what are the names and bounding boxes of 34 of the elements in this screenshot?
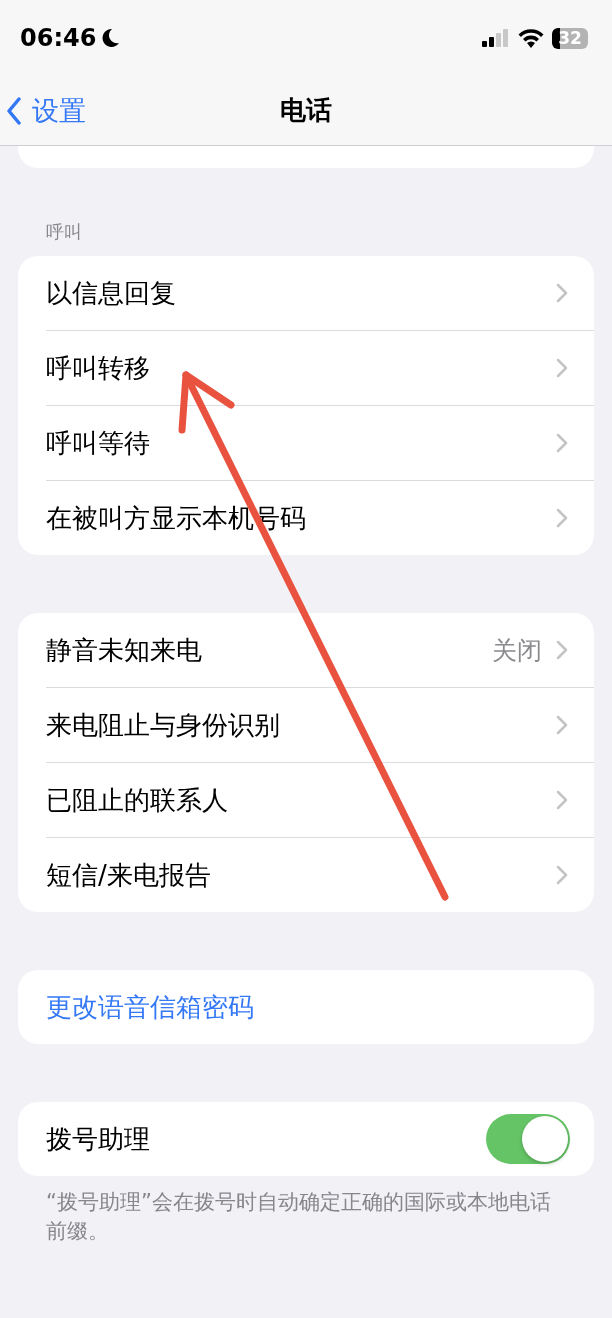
back-chevron-icon [6, 96, 22, 125]
row-label: 已阻止的联系人 [46, 783, 229, 817]
signal-icon [482, 29, 510, 47]
status-time: 06:46 [20, 24, 97, 52]
settings-row[interactable]: 呼叫转移 [46, 331, 594, 406]
footer-note: “拨号助理”会在拨号时自动确定正确的国际或本地电话前缀。 [46, 1189, 552, 1246]
chevron-icon [556, 865, 568, 885]
row-label: 来电阻止与身份识别 [46, 708, 281, 742]
chevron-icon [556, 715, 568, 735]
row-label: 短信/来电报告 [46, 858, 212, 892]
settings-row[interactable]: 短信/来电报告 [46, 838, 594, 912]
toggle-switch[interactable] [486, 1114, 570, 1164]
row-value: 关闭 [492, 634, 542, 667]
row-label: 拨号助理 [46, 1122, 151, 1156]
settings-row[interactable]: 静音未知来电 关闭 [46, 613, 594, 688]
section-header: 呼叫 [45, 220, 83, 244]
settings-row[interactable]: 呼叫等待 [46, 406, 594, 481]
chevron-icon [556, 508, 568, 528]
action-link[interactable]: 更改语音信箱密码 [46, 989, 568, 1025]
chevron-icon [556, 358, 568, 378]
chevron-icon [556, 283, 568, 303]
chevron-icon [556, 640, 568, 660]
chevron-icon [556, 790, 568, 810]
page-title: 电话 [280, 94, 332, 127]
settings-row[interactable]: 来电阻止与身份识别 [46, 688, 594, 763]
row-label: 呼叫转移 [46, 351, 151, 385]
wifi-icon [518, 28, 544, 48]
row-label: 以信息回复 [46, 276, 177, 310]
back-button[interactable]: 设置 [6, 92, 86, 129]
settings-row[interactable]: 以信息回复 [46, 256, 594, 331]
row-label: 静音未知来电 [46, 633, 203, 667]
row-label: 呼叫等待 [46, 426, 151, 460]
chevron-icon [556, 433, 568, 453]
settings-row[interactable]: 已阻止的联系人 [46, 763, 594, 838]
